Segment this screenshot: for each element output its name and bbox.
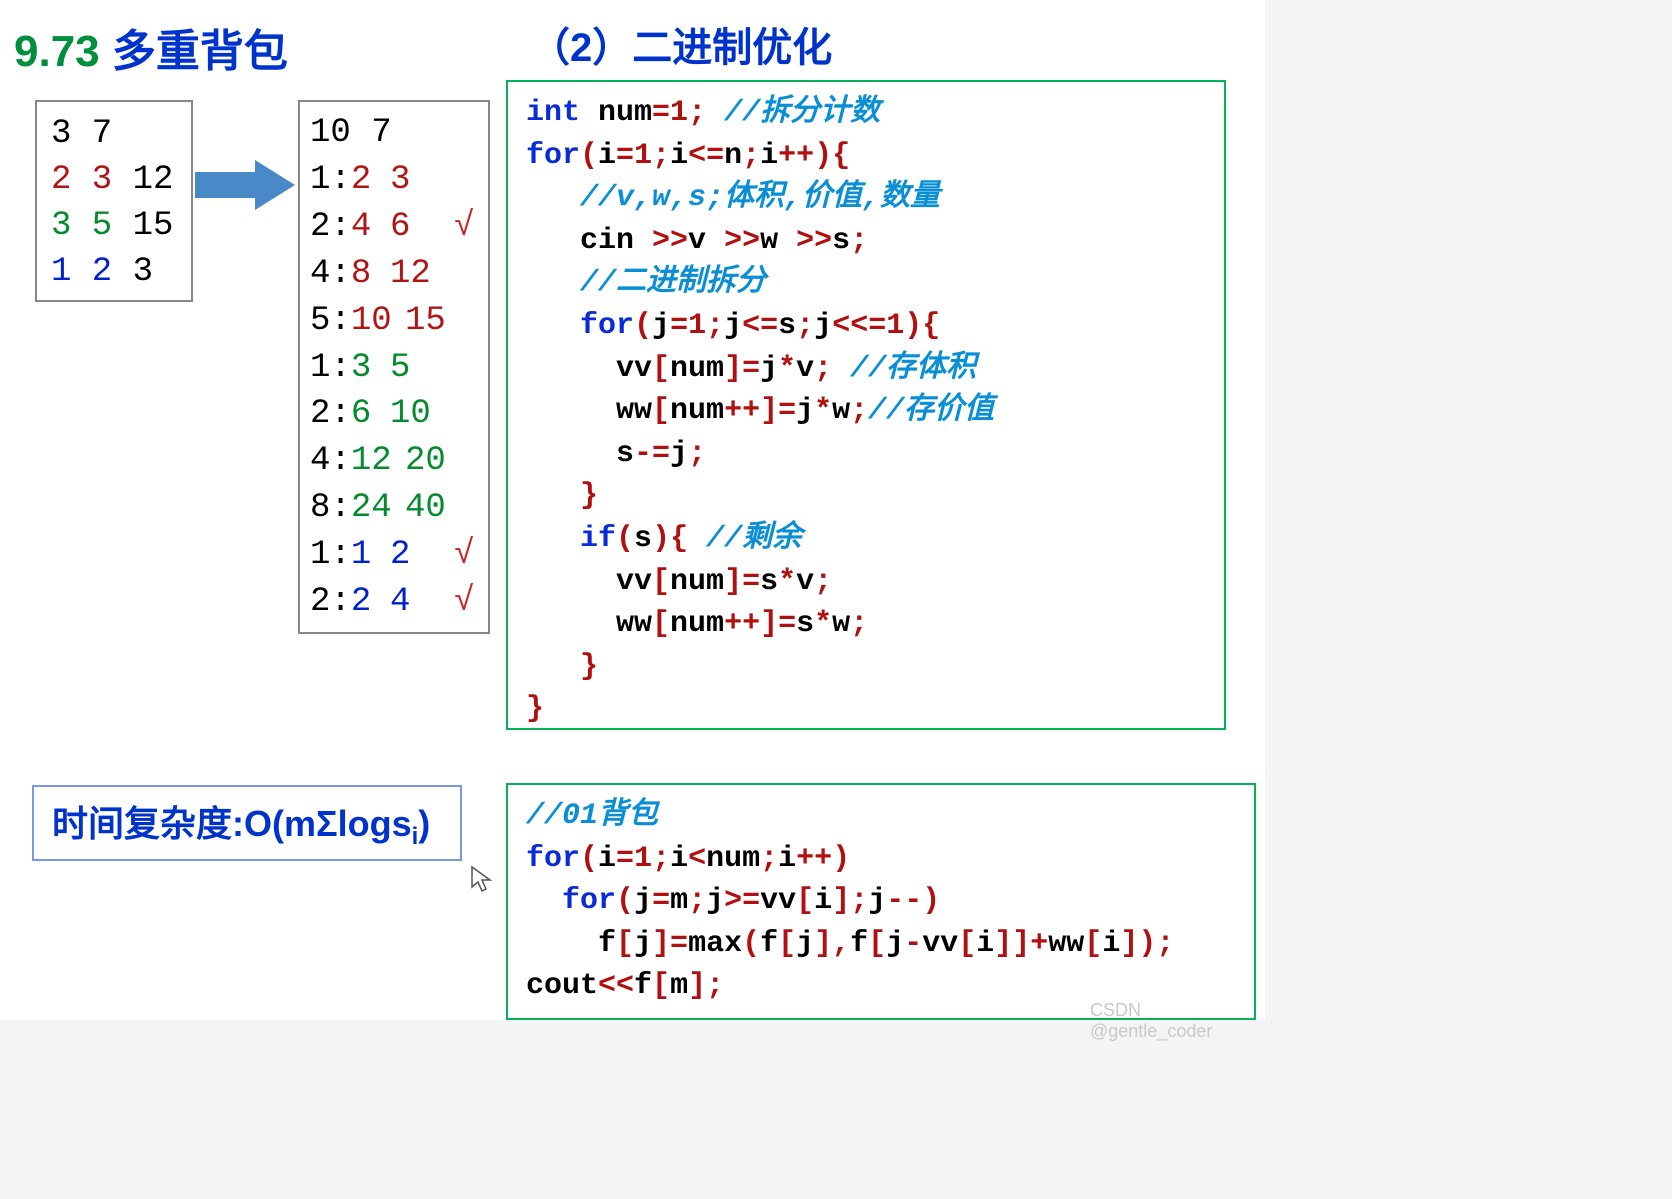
input-row: 3 5 15 [51, 204, 173, 250]
check-icon: √ [454, 532, 474, 579]
check-icon: √ [454, 204, 474, 251]
complexity-box: 时间复杂度:O(mΣlogsi) [32, 785, 462, 861]
code-block-binary-split: int num=1; //拆分计数 for(i=1;i<=n;i++){ //v… [506, 80, 1226, 730]
code-block-01knapsack: //01背包 for(i=1;i<num;i++) for(j=m;j>=vv[… [506, 783, 1256, 1020]
output-row: 4:1220 [310, 438, 474, 485]
input-header: 3 7 [51, 112, 173, 158]
output-table: 10 7 1:232:46√4:8125:10151:352:6104:1220… [298, 100, 490, 634]
output-row: 2:610 [310, 391, 474, 438]
watermark: CSDN @gentle_coder [1090, 1000, 1265, 1042]
output-row: 2:46√ [310, 204, 474, 251]
output-row: 1:35 [310, 345, 474, 392]
output-row: 1:23 [310, 157, 474, 204]
output-row: 4:812 [310, 251, 474, 298]
arrow-right-icon [195, 160, 295, 210]
output-row: 2:24√ [310, 579, 474, 626]
output-row: 8:2440 [310, 485, 474, 532]
complexity-suffix: ) [418, 803, 430, 844]
check-icon: √ [454, 579, 474, 626]
title-right: （2）二进制优化 [530, 15, 832, 73]
slide: 9.73 多重背包 （2）二进制优化 3 7 2 3 123 5 151 2 3… [0, 0, 1265, 1020]
output-row: 1:12√ [310, 532, 474, 579]
complexity-prefix: 时间复杂度:O(mΣlogs [52, 803, 412, 844]
title-left: 9.73 多重背包 [14, 15, 288, 79]
input-table: 3 7 2 3 123 5 151 2 3 [35, 100, 193, 302]
cursor-icon [470, 865, 492, 901]
output-header: 10 7 [310, 110, 474, 157]
input-row: 2 3 12 [51, 158, 173, 204]
output-row: 5:1015 [310, 298, 474, 345]
input-row: 1 2 3 [51, 250, 173, 296]
section-number: 9.73 [14, 27, 100, 76]
section-name: 多重背包 [112, 27, 288, 76]
